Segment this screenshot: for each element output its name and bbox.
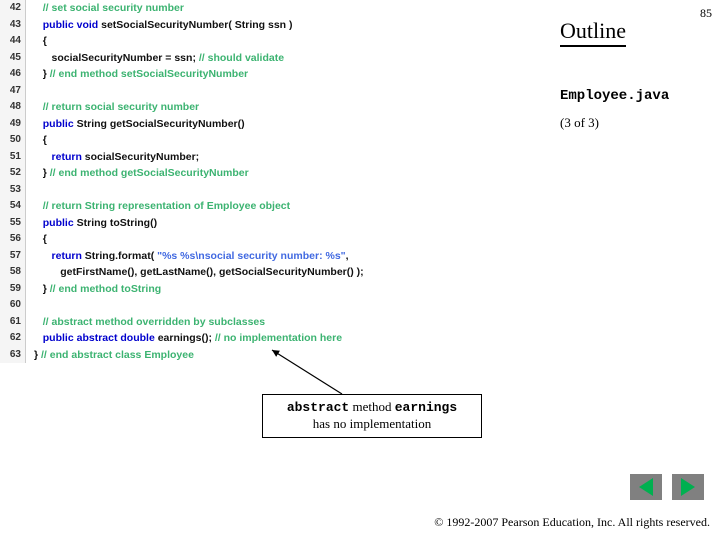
line-content: // set social security number — [26, 0, 184, 17]
slide-number: 85 — [700, 6, 712, 21]
line-content: return socialSecurityNumber; — [26, 149, 199, 166]
code-line: 53 — [0, 182, 550, 199]
line-number: 56 — [0, 231, 26, 248]
line-number: 55 — [0, 215, 26, 232]
line-number: 51 — [0, 149, 26, 166]
callout-box: abstract method earnings has no implemen… — [262, 394, 482, 438]
prev-button[interactable] — [630, 474, 662, 500]
code-line: 62 public abstract double earnings(); //… — [0, 330, 550, 347]
code-line: 47 — [0, 83, 550, 100]
code-line: 56 { — [0, 231, 550, 248]
code-line: 44 { — [0, 33, 550, 50]
line-content: getFirstName(), getLastName(), getSocial… — [26, 264, 364, 281]
line-content: public abstract double earnings(); // no… — [26, 330, 342, 347]
code-line: 63} // end abstract class Employee — [0, 347, 550, 364]
code-line: 51 return socialSecurityNumber; — [0, 149, 550, 166]
line-content — [26, 83, 34, 100]
line-number: 46 — [0, 66, 26, 83]
line-content: { — [26, 132, 47, 149]
line-number: 58 — [0, 264, 26, 281]
next-button[interactable] — [672, 474, 704, 500]
line-number: 50 — [0, 132, 26, 149]
line-number: 63 — [0, 347, 26, 364]
line-content — [26, 297, 34, 314]
line-number: 57 — [0, 248, 26, 265]
line-number: 62 — [0, 330, 26, 347]
line-content: } // end method getSocialSecurityNumber — [26, 165, 249, 182]
nav-buttons — [630, 474, 704, 500]
callout-line2: has no implementation — [313, 416, 431, 431]
code-line: 49 public String getSocialSecurityNumber… — [0, 116, 550, 133]
line-content: public void setSocialSecurityNumber( Str… — [26, 17, 293, 34]
callout-text-mid: method — [349, 399, 395, 414]
triangle-right-icon — [681, 478, 695, 496]
line-content: socialSecurityNumber = ssn; // should va… — [26, 50, 284, 67]
triangle-left-icon — [639, 478, 653, 496]
outline-title-text: Outline — [560, 18, 626, 47]
line-number: 44 — [0, 33, 26, 50]
line-content: // return social security number — [26, 99, 199, 116]
outline-heading: Outline — [560, 18, 626, 47]
code-panel: 42 // set social security number43 publi… — [0, 0, 550, 370]
line-content: } // end method toString — [26, 281, 161, 298]
callout-code-2: earnings — [395, 400, 457, 415]
code-line: 55 public String toString() — [0, 215, 550, 232]
line-content: { — [26, 231, 47, 248]
code-line: 60 — [0, 297, 550, 314]
line-number: 52 — [0, 165, 26, 182]
code-line: 57 return String.format( "%s %s\nsocial … — [0, 248, 550, 265]
line-number: 53 — [0, 182, 26, 199]
line-number: 48 — [0, 99, 26, 116]
line-content: // abstract method overridden by subclas… — [26, 314, 265, 331]
callout-code-1: abstract — [287, 400, 349, 415]
line-content: return String.format( "%s %s\nsocial sec… — [26, 248, 349, 265]
line-number: 54 — [0, 198, 26, 215]
code-line: 42 // set social security number — [0, 0, 550, 17]
code-line: 45 socialSecurityNumber = ssn; // should… — [0, 50, 550, 67]
line-content: public String toString() — [26, 215, 157, 232]
line-number: 60 — [0, 297, 26, 314]
code-line: 50 { — [0, 132, 550, 149]
line-number: 49 — [0, 116, 26, 133]
line-number: 45 — [0, 50, 26, 67]
code-line: 52 } // end method getSocialSecurityNumb… — [0, 165, 550, 182]
line-number: 59 — [0, 281, 26, 298]
copyright-text: © 1992-2007 Pearson Education, Inc. All … — [434, 515, 710, 530]
line-number: 47 — [0, 83, 26, 100]
line-number: 61 — [0, 314, 26, 331]
line-content: // return String representation of Emplo… — [26, 198, 290, 215]
code-line: 58 getFirstName(), getLastName(), getSoc… — [0, 264, 550, 281]
line-content: public String getSocialSecurityNumber() — [26, 116, 245, 133]
line-content: { — [26, 33, 47, 50]
code-line: 46 } // end method setSocialSecurityNumb… — [0, 66, 550, 83]
line-content: } // end method setSocialSecurityNumber — [26, 66, 248, 83]
line-content: } // end abstract class Employee — [26, 347, 194, 364]
code-line: 54 // return String representation of Em… — [0, 198, 550, 215]
code-line: 43 public void setSocialSecurityNumber( … — [0, 17, 550, 34]
line-content — [26, 182, 34, 199]
line-number: 43 — [0, 17, 26, 34]
code-line: 61 // abstract method overridden by subc… — [0, 314, 550, 331]
code-line: 59 } // end method toString — [0, 281, 550, 298]
code-line: 48 // return social security number — [0, 99, 550, 116]
filename-label: Employee.java — [560, 88, 669, 104]
line-number: 42 — [0, 0, 26, 17]
page-of-label: (3 of 3) — [560, 115, 599, 131]
